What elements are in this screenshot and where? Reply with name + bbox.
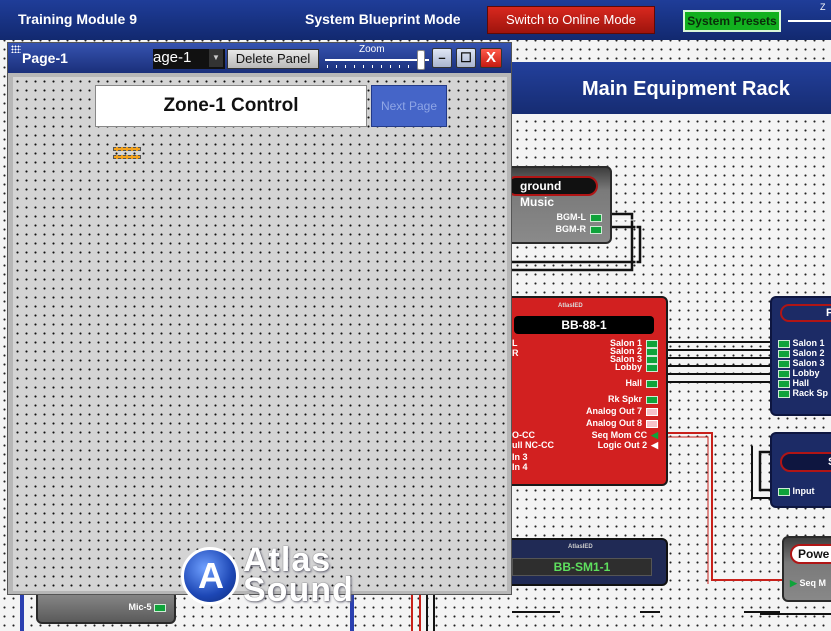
page-select[interactable]: age-1 ▼ bbox=[153, 49, 225, 69]
sm1-brand: AtlasIED bbox=[568, 544, 593, 550]
s-device-input[interactable]: Input bbox=[778, 486, 815, 496]
panel-canvas[interactable]: Zone-1 Control Next Page A Atlas Sound bbox=[13, 77, 507, 609]
rack-header: Main Equipment Rack bbox=[510, 62, 831, 114]
bb88-input[interactable]: L bbox=[512, 338, 518, 348]
port-icon[interactable] bbox=[646, 395, 658, 404]
port-icon[interactable] bbox=[778, 369, 790, 378]
port-icon[interactable] bbox=[778, 339, 790, 348]
port-icon[interactable] bbox=[154, 603, 166, 612]
next-page-button[interactable]: Next Page bbox=[371, 85, 447, 127]
logo-text-bottom: Sound bbox=[243, 571, 354, 609]
port-icon[interactable] bbox=[590, 225, 602, 234]
port-icon[interactable] bbox=[778, 359, 790, 368]
widget-bar bbox=[113, 155, 141, 159]
bgm-output-l[interactable]: BGM-L bbox=[557, 212, 602, 222]
zoom-ticks bbox=[327, 65, 421, 68]
port-icon[interactable] bbox=[778, 487, 790, 496]
zones-input[interactable]: Salon 1 bbox=[778, 338, 825, 348]
zones-input[interactable]: Salon 3 bbox=[778, 358, 825, 368]
zoom-thumb[interactable] bbox=[417, 50, 425, 70]
port-icon[interactable] bbox=[778, 349, 790, 358]
port-icon[interactable] bbox=[646, 407, 658, 416]
panel-titlebar[interactable]: Page-1 age-1 ▼ Delete Panel Zoom – ☐ X bbox=[8, 43, 511, 73]
bgm-device-name: ground Music bbox=[506, 176, 598, 209]
s-device[interactable]: S Input bbox=[770, 432, 831, 508]
atlas-sound-logo: A Atlas Sound bbox=[181, 541, 371, 611]
close-icon[interactable]: X bbox=[480, 48, 502, 68]
widget-placeholder-icon[interactable] bbox=[105, 143, 149, 163]
bb88-input[interactable]: O-CC bbox=[512, 430, 535, 440]
zone-title-label[interactable]: Zone-1 Control bbox=[95, 85, 367, 127]
panel-title: Page-1 bbox=[22, 50, 68, 66]
bb88-output-hall[interactable]: Hall bbox=[625, 378, 658, 388]
zoom-label: Zoom bbox=[359, 44, 385, 55]
zoom-rail bbox=[325, 59, 429, 61]
port-icon[interactable] bbox=[778, 389, 790, 398]
zones-device[interactable]: F Salon 1 Salon 2 Salon 3 Lobby Hall Rac… bbox=[770, 296, 831, 416]
widget-bar bbox=[113, 147, 141, 151]
minimize-icon[interactable]: – bbox=[432, 48, 452, 68]
zones-device-name: F bbox=[780, 304, 831, 322]
logic-arrow-icon[interactable]: ◀ bbox=[651, 430, 658, 440]
logic-arrow-icon[interactable]: ◀ bbox=[651, 440, 658, 450]
bgm-output-r[interactable]: BGM-R bbox=[556, 224, 602, 234]
zones-input[interactable]: Rack Sp bbox=[778, 388, 828, 398]
port-icon[interactable] bbox=[646, 379, 658, 388]
mic5-output[interactable]: Mic-5 bbox=[128, 602, 166, 612]
bb88-output-analog8[interactable]: Analog Out 8 bbox=[586, 418, 658, 428]
port-icon[interactable] bbox=[778, 379, 790, 388]
delete-panel-button[interactable]: Delete Panel bbox=[227, 49, 319, 69]
mic5-device[interactable]: Mic-5 bbox=[36, 590, 176, 624]
grip-icon[interactable] bbox=[11, 45, 21, 53]
bb88-output-rkspkr[interactable]: Rk Spkr bbox=[608, 394, 658, 404]
atlas-logo-icon: A bbox=[181, 547, 239, 605]
logic-arrow-icon[interactable]: ▶ bbox=[790, 578, 797, 588]
zones-input[interactable]: Lobby bbox=[778, 368, 820, 378]
power-device[interactable]: Powe ▶ Seq M bbox=[782, 536, 831, 602]
bb88-name: BB-88-1 bbox=[514, 316, 654, 334]
port-icon[interactable] bbox=[646, 419, 658, 428]
maximize-icon[interactable]: ☐ bbox=[456, 48, 476, 68]
rack-title: Main Equipment Rack bbox=[582, 78, 790, 100]
zones-input[interactable]: Hall bbox=[778, 378, 809, 388]
sm1-name: BB-SM1-1 bbox=[512, 558, 652, 576]
bb88-input[interactable]: R bbox=[512, 348, 519, 358]
bb88-output-logic2[interactable]: Logic Out 2 ◀ bbox=[598, 440, 658, 451]
power-device-name: Powe bbox=[790, 544, 831, 564]
bb88-brand: AtlasIED bbox=[558, 303, 583, 309]
zones-input[interactable]: Salon 2 bbox=[778, 348, 825, 358]
bb88-output-lobby[interactable]: Lobby bbox=[615, 362, 658, 372]
page-select-value: age-1 bbox=[153, 49, 192, 66]
bb88-input[interactable]: ull NC-CC bbox=[512, 440, 554, 450]
chevron-down-icon[interactable]: ▼ bbox=[209, 49, 223, 67]
s-device-name: S bbox=[780, 452, 831, 472]
port-icon[interactable] bbox=[646, 363, 658, 372]
bb88-input[interactable]: In 3 bbox=[512, 452, 528, 462]
sm1-device[interactable]: AtlasIED BB-SM1-1 bbox=[490, 538, 668, 586]
port-icon[interactable] bbox=[590, 213, 602, 222]
panel-window[interactable]: Page-1 age-1 ▼ Delete Panel Zoom – ☐ X Z… bbox=[7, 42, 512, 609]
bb88-input[interactable]: In 4 bbox=[512, 462, 528, 472]
bb88-output-analog7[interactable]: Analog Out 7 bbox=[586, 406, 658, 416]
power-device-input[interactable]: ▶ Seq M bbox=[790, 578, 826, 589]
bb88-device[interactable]: AtlasIED BB-88-1 Salon 1 Salon 2 Salon 3… bbox=[490, 296, 668, 486]
panel-zoom-slider[interactable]: Zoom bbox=[323, 43, 429, 73]
